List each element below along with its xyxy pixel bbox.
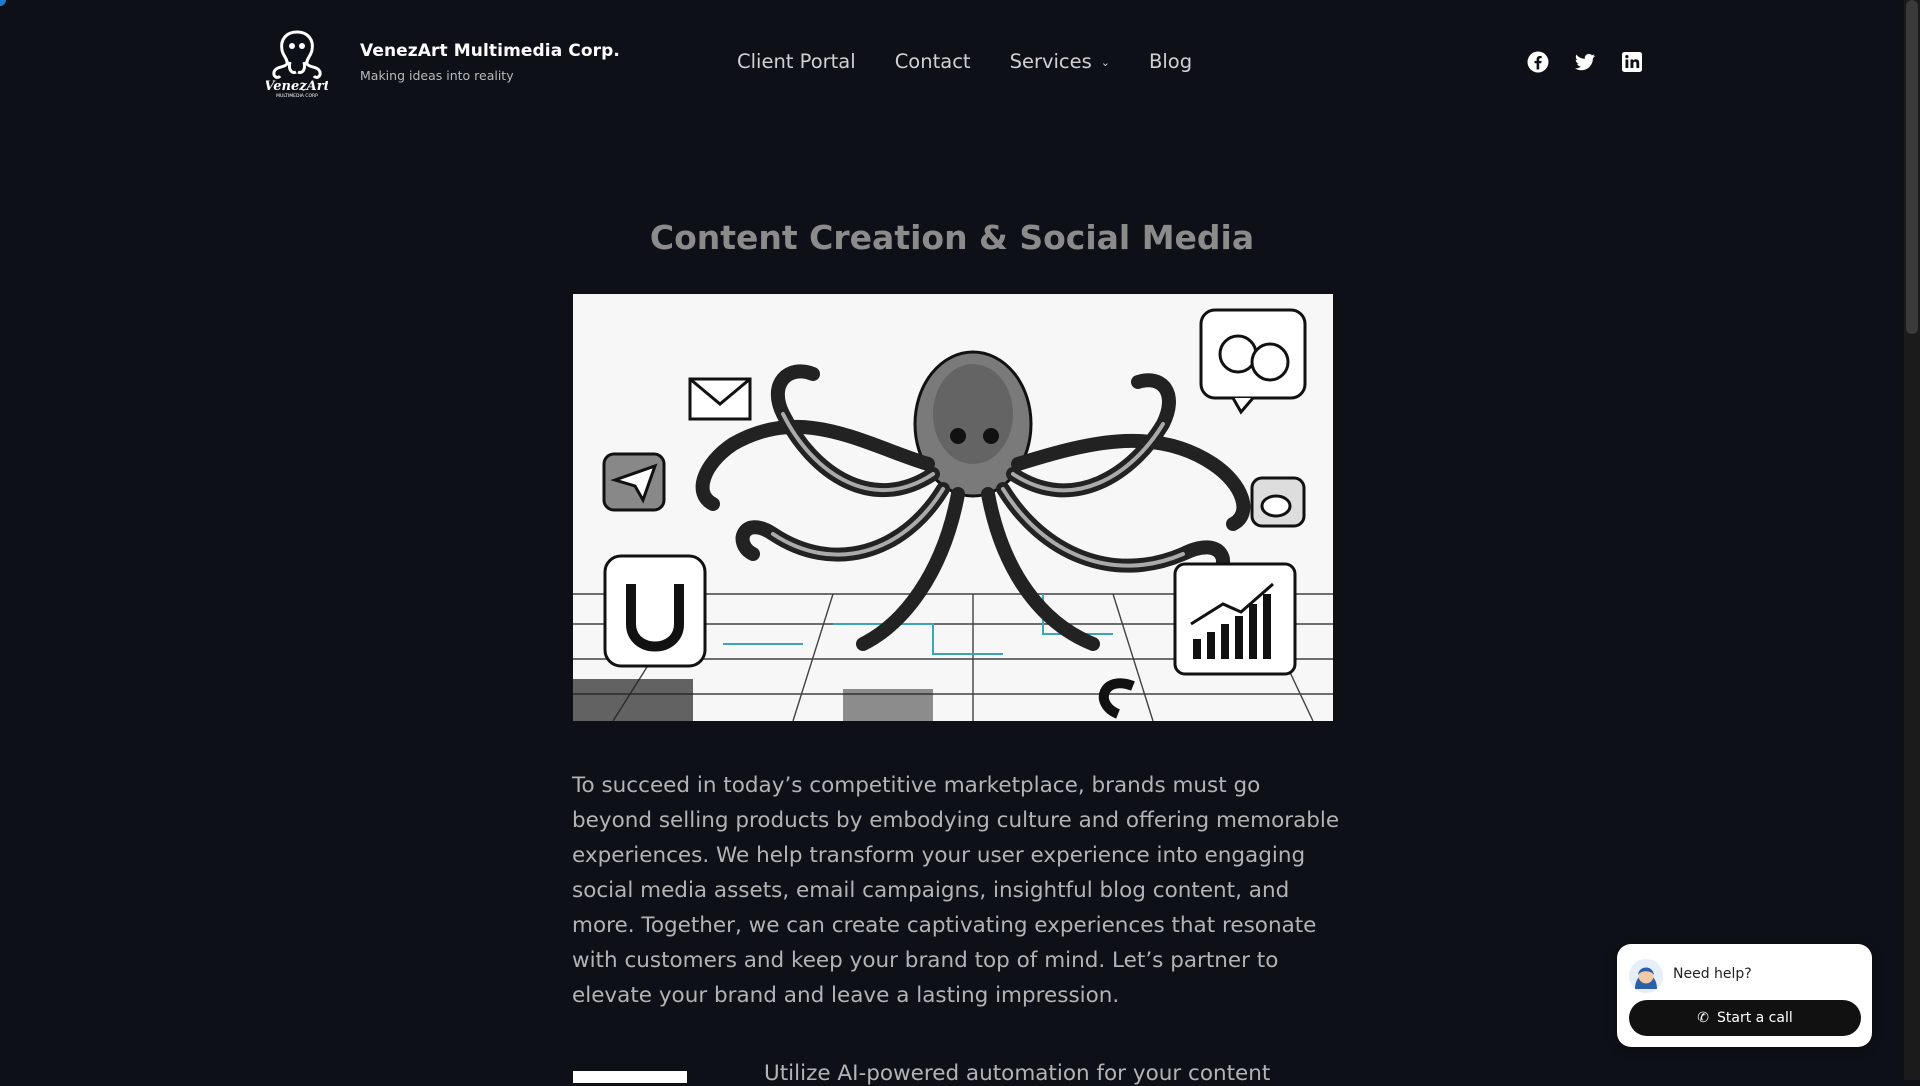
site-header: VenezArt MULTIMEDIA CORP VenezArt Multim… bbox=[0, 0, 1904, 125]
agent-avatar bbox=[1629, 959, 1663, 993]
intro-paragraph: To succeed in today’s competitive market… bbox=[572, 773, 1340, 1008]
phone-icon: ✆ bbox=[1697, 1010, 1709, 1026]
start-call-label: Start a call bbox=[1716, 1010, 1793, 1026]
page-title: Content Creation & Social Media bbox=[649, 218, 1255, 258]
svg-text:MULTIMEDIA CORP: MULTIMEDIA CORP bbox=[276, 93, 318, 98]
hero-illustration bbox=[573, 294, 1333, 721]
linkedin-icon[interactable] bbox=[1620, 50, 1644, 74]
twitter-icon[interactable] bbox=[1573, 50, 1597, 74]
nav-label: Services bbox=[1009, 50, 1092, 73]
facebook-icon[interactable] bbox=[1526, 50, 1550, 74]
help-prompt: Need help? bbox=[1673, 966, 1752, 982]
main-nav: Client Portal Contact Services ⌄ Blog bbox=[737, 50, 1231, 73]
nav-label: Client Portal bbox=[737, 50, 856, 73]
nav-blog[interactable]: Blog bbox=[1149, 50, 1192, 73]
section-text: Utilize AI-powered automation for your c… bbox=[764, 1061, 1271, 1086]
nav-client-portal[interactable]: Client Portal bbox=[737, 50, 856, 73]
section-thumbnail bbox=[573, 1071, 687, 1083]
help-widget: Need help? ✆ Start a call bbox=[1617, 944, 1872, 1047]
nav-label: Contact bbox=[894, 50, 971, 73]
site-title[interactable]: VenezArt Multimedia Corp. bbox=[360, 41, 620, 61]
nav-contact[interactable]: Contact bbox=[895, 50, 971, 73]
site-tagline: Making ideas into reality bbox=[360, 68, 514, 83]
nav-label: Blog bbox=[1149, 50, 1193, 73]
scrollbar-thumb[interactable] bbox=[1906, 0, 1918, 334]
chevron-down-icon: ⌄ bbox=[1100, 56, 1111, 69]
nav-services[interactable]: Services ⌄ bbox=[1010, 50, 1110, 73]
start-call-button[interactable]: ✆ Start a call bbox=[1629, 1000, 1861, 1036]
octopus-logo[interactable]: VenezArt MULTIMEDIA CORP bbox=[264, 26, 330, 99]
svg-text:VenezArt: VenezArt bbox=[266, 79, 328, 94]
